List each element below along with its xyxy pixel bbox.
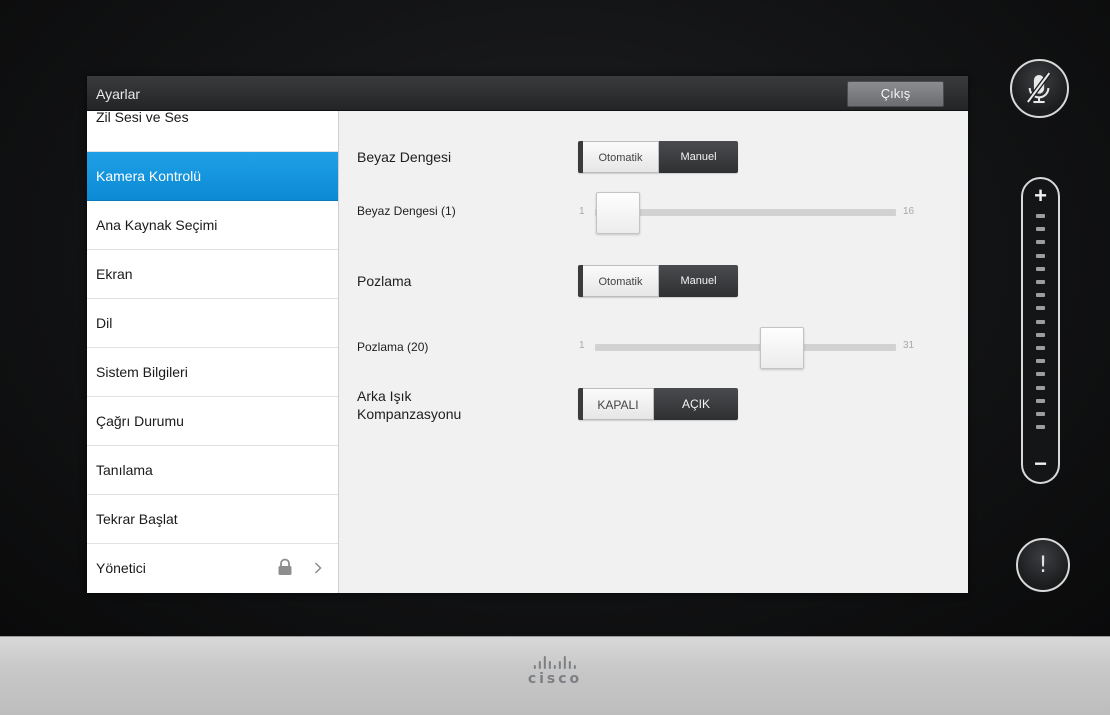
microphone-muted-icon [1025,71,1052,104]
alert-button[interactable]: ! [1016,538,1070,592]
white-balance-toggle[interactable]: Otomatik Manuel [578,141,738,173]
sidebar-item-label: Dil [96,315,113,331]
backlight-toggle[interactable]: KAPALI AÇIK [578,388,738,420]
sidebar-item-call-status[interactable]: Çağrı Durumu [87,397,338,446]
white-balance-slider-max: 16 [903,206,915,217]
volume-level-bar [1036,306,1045,311]
sidebar-item-label: Zil Sesi ve Ses [96,111,189,125]
sidebar-item-label: Ana Kaynak Seçimi [96,217,218,233]
backlight-label-line1: Arka Işık [357,388,412,404]
chevron-right-icon [314,562,322,574]
exposure-slider-thumb[interactable] [760,327,804,369]
white-balance-slider-track[interactable] [595,209,896,216]
volume-level-bar [1036,253,1045,258]
volume-level-bar [1036,346,1045,350]
exposure-slider-label: Pozlama (20) [357,340,429,354]
exposure-slider-min: 1 [579,340,585,351]
volume-control[interactable]: + − [1021,177,1060,484]
volume-level-bar [1036,359,1045,364]
backlight-label-line2: Kompanzasyonu [357,406,462,422]
cisco-logo-text: cisco [527,671,583,687]
exposure-slider-max: 31 [903,340,915,351]
volume-down-button[interactable]: − [1023,453,1058,475]
sidebar-item-label: Sistem Bilgileri [96,364,188,380]
sidebar-item-label: Çağrı Durumu [96,413,184,429]
sidebar-item-ringtone-sound[interactable]: Zil Sesi ve Ses [87,111,338,152]
sidebar-item-camera-control[interactable]: Kamera Kontrolü [87,152,338,201]
volume-level-bar [1036,227,1045,232]
white-balance-slider-thumb[interactable] [596,192,640,234]
volume-up-button[interactable]: + [1023,185,1058,207]
sidebar-item-display[interactable]: Ekran [87,250,338,299]
backlight-on-option[interactable]: AÇIK [654,388,738,420]
sidebar-item-label: Kamera Kontrolü [96,168,202,184]
volume-level-bar [1036,293,1045,298]
volume-level-bar [1036,214,1045,218]
volume-level-bar [1036,425,1045,430]
exposure-slider-track[interactable] [595,344,896,351]
sidebar-item-restart[interactable]: Tekrar Başlat [87,495,338,544]
volume-level-bar [1036,266,1045,271]
sidebar-item-diagnostics[interactable]: Tanılama [87,446,338,495]
sidebar-item-label: Yönetici [96,560,146,576]
window-title: Ayarlar [96,86,141,102]
sidebar-item-language[interactable]: Dil [87,299,338,348]
volume-level-bar [1036,385,1045,390]
exclamation-icon: ! [1038,553,1048,578]
white-balance-manual-option[interactable]: Manuel [659,141,738,173]
volume-level-bar [1036,332,1045,337]
white-balance-auto-option[interactable]: Otomatik [583,141,659,173]
sidebar-item-system-info[interactable]: Sistem Bilgileri [87,348,338,397]
sidebar-item-main-source[interactable]: Ana Kaynak Seçimi [87,201,338,250]
device-bezel: cisco [0,636,1110,715]
exposure-manual-option[interactable]: Manuel [659,265,738,297]
white-balance-slider-min: 1 [579,206,585,217]
volume-level-bar [1036,280,1045,284]
lock-icon [278,558,292,575]
white-balance-slider-label: Beyaz Dengesi (1) [357,204,456,218]
sidebar-item-administrator[interactable]: Yönetici [87,544,338,593]
cisco-logo-bars [528,655,582,669]
exposure-toggle[interactable]: Otomatik Manuel [578,265,738,297]
exit-button[interactable]: Çıkış [847,81,944,107]
mute-button[interactable] [1010,59,1069,118]
volume-level-bar [1036,372,1045,377]
settings-sidebar: Zil Sesi ve Ses Kamera Kontrolü Ana Kayn… [87,111,339,593]
camera-control-panel: Beyaz Dengesi Otomatik Manuel Beyaz Deng… [339,111,968,593]
volume-level-bar [1036,398,1045,403]
exposure-label: Pozlama [357,273,412,289]
cisco-logo: cisco [528,655,582,687]
sidebar-item-label: Ekran [96,266,133,282]
settings-window: Ayarlar Çıkış Zil Sesi ve Ses Kamera Kon… [87,76,968,593]
backlight-off-option[interactable]: KAPALI [583,388,654,420]
sidebar-item-label: Tekrar Başlat [96,511,178,527]
volume-level-bar [1036,240,1045,245]
exposure-auto-option[interactable]: Otomatik [583,265,659,297]
white-balance-label: Beyaz Dengesi [357,149,452,165]
volume-level-bar [1036,319,1045,324]
volume-level-bar [1036,412,1045,416]
sidebar-item-label: Tanılama [96,462,153,478]
title-bar: Ayarlar Çıkış [87,76,968,111]
